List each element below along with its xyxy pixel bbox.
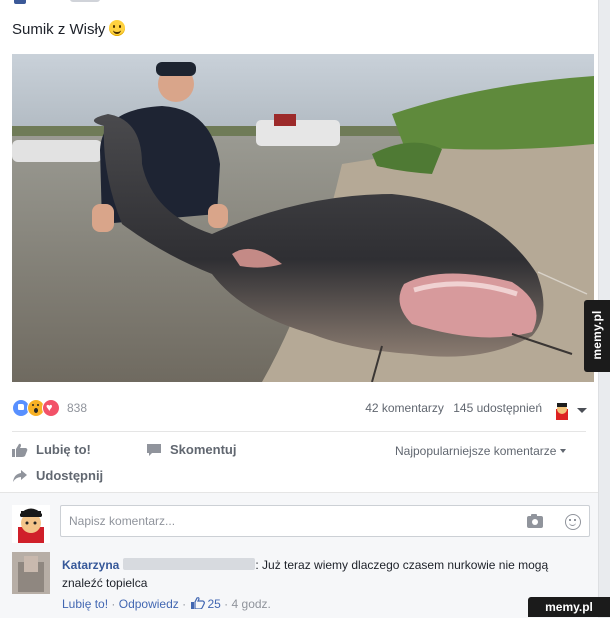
commenter-avatar[interactable] [12, 552, 50, 594]
shares-count-link[interactable]: 145 udostępnień [453, 401, 542, 415]
like-button[interactable]: Lubię to! [12, 442, 91, 457]
post-photo[interactable] [12, 54, 594, 382]
sort-chevron-icon [560, 449, 567, 453]
blurred-name [123, 558, 256, 570]
comment-sort-label: Najpopularniejsze komentarze [395, 444, 557, 458]
comment-meta: Lubię to! · Odpowiedz · 25 · 4 godz. [62, 597, 271, 611]
like-button-label: Lubię to! [36, 442, 91, 457]
post-stats: 42 komentarzy 145 udostępnień [365, 401, 542, 415]
comment-bubble-icon [146, 443, 162, 457]
emoji-icon[interactable] [565, 514, 581, 530]
comment-time[interactable]: 4 godz. [232, 597, 271, 611]
composer-avatar [12, 505, 50, 543]
smile-emoji-icon [109, 20, 126, 36]
share-arrow-icon [12, 469, 28, 483]
post-caption: Sumik z Wisły [12, 20, 126, 38]
share-button-label: Udostępnij [36, 468, 104, 483]
comment-like-count[interactable]: 25 [207, 597, 220, 611]
facebook-post: Sumik z Wisły ♥ 838 42 komentarzy 145 ud… [0, 0, 599, 618]
divider [12, 431, 586, 432]
memy-watermark-side: memy.pl [584, 300, 610, 372]
watermark-side-text: memy.pl [590, 310, 604, 360]
thumbs-up-icon [12, 443, 28, 457]
reaction-count: 838 [67, 401, 88, 415]
comment-input[interactable] [60, 505, 590, 537]
comment-button-label: Skomentuj [170, 442, 237, 457]
love-reaction-icon [42, 399, 60, 417]
comment-button[interactable]: Skomentuj [146, 442, 236, 457]
reaction-summary[interactable]: 838 [12, 399, 87, 417]
comment-like-link[interactable]: Lubię to! [62, 597, 108, 611]
comment-sort-dropdown[interactable]: Najpopularniejsze komentarze [395, 444, 567, 458]
chevron-down-icon[interactable] [577, 408, 587, 413]
viewer-avatar[interactable] [553, 402, 571, 420]
camera-icon[interactable] [527, 514, 543, 528]
comment-author[interactable]: Katarzyna [62, 558, 119, 572]
comments-count-link[interactable]: 42 komentarzy [365, 401, 444, 415]
like-count-icon [191, 597, 206, 610]
previous-header-fragment [0, 0, 598, 6]
share-button[interactable]: Udostępnij [12, 468, 103, 483]
comment-reply-link[interactable]: Odpowiedz [119, 597, 179, 611]
memy-watermark-corner: memy.pl [528, 597, 610, 617]
post-caption-text: Sumik z Wisły [12, 21, 106, 38]
comment: Katarzyna: Już teraz wiemy dlaczego czas… [62, 556, 584, 592]
